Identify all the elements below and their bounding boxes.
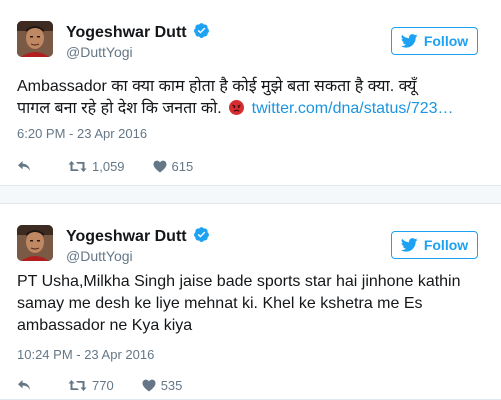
tweet-card: Yogeshwar Dutt @DuttYogi Follow PT Usha,… (0, 203, 501, 400)
tweet-text: PT Usha,Milkha Singh jaise bade sports s… (17, 271, 487, 337)
tweet-text-line: ambassador ne Kya kiya (17, 317, 193, 334)
angry-face-icon (229, 100, 245, 115)
verified-badge-icon (193, 227, 209, 242)
like-count: 535 (160, 377, 183, 393)
retweet-icon (68, 379, 87, 391)
reply-button[interactable] (17, 160, 31, 172)
verified-badge-icon (193, 23, 209, 38)
tweet-separator (0, 186, 501, 203)
avatar[interactable] (17, 21, 53, 57)
reply-icon (18, 161, 30, 171)
follow-label[interactable]: Follow (424, 237, 468, 253)
tweet-actions: 1,059 615 (17, 157, 193, 175)
tweet-text-line: पागल बना रहे हो देश कि जनता को. (17, 100, 222, 117)
avatar[interactable] (17, 225, 53, 261)
author-name[interactable]: Yogeshwar Dutt (66, 22, 210, 42)
author-name-text[interactable]: Yogeshwar Dutt (66, 24, 187, 41)
tweet-text-line: PT Usha,Milkha Singh jaise bade sports s… (17, 273, 461, 290)
retweet-count: 770 (92, 377, 114, 393)
tweet-actions: 770 535 (17, 376, 182, 394)
author-handle[interactable]: @DuttYogi (66, 248, 133, 264)
author-name[interactable]: Yogeshwar Dutt (66, 226, 210, 246)
twitter-bird-icon (400, 238, 418, 252)
retweet-count: 1,059 (92, 158, 125, 174)
follow-button[interactable]: Follow (391, 27, 478, 55)
tweet-card: Yogeshwar Dutt @DuttYogi Follow Ambassad… (0, 0, 501, 186)
like-button[interactable]: 615 (153, 158, 194, 174)
reply-button[interactable] (17, 379, 31, 391)
tweet-text-line: Ambassador का क्या काम होता है कोई मुझे … (17, 78, 417, 95)
reply-icon (18, 380, 30, 390)
author-handle[interactable]: @DuttYogi (66, 44, 133, 60)
timestamp[interactable]: 6:20 PM - 23 Apr 2016 (17, 126, 147, 141)
heart-icon (142, 379, 156, 391)
tweet-text: Ambassador का क्या काम होता है कोई मुझे … (17, 76, 487, 120)
retweet-icon (68, 160, 87, 172)
timestamp[interactable]: 10:24 PM - 23 Apr 2016 (17, 347, 154, 362)
like-count: 615 (171, 158, 194, 174)
retweet-button[interactable]: 1,059 (68, 159, 153, 174)
retweet-button[interactable]: 770 (68, 378, 142, 393)
heart-icon (153, 160, 167, 172)
follow-label[interactable]: Follow (424, 33, 468, 49)
like-button[interactable]: 535 (142, 377, 183, 393)
author-name-text[interactable]: Yogeshwar Dutt (66, 228, 187, 245)
tweet-link[interactable]: twitter.com/dna/status/723… (252, 100, 454, 117)
twitter-bird-icon (400, 34, 418, 48)
tweet-text-line: samay me desh ke liye mehnat ki. Khel ke… (17, 295, 423, 312)
follow-button[interactable]: Follow (391, 231, 478, 259)
